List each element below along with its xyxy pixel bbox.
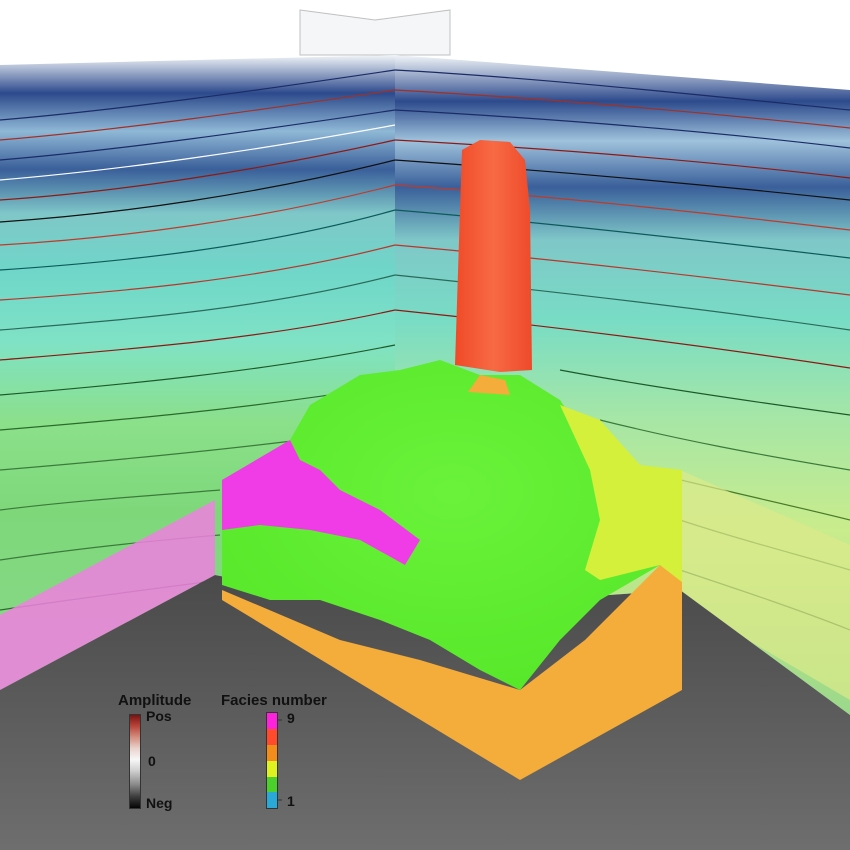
facies-legend-title: Facies number	[221, 692, 327, 709]
amplitude-pos-label: Pos	[146, 708, 172, 724]
gas-chimney	[455, 140, 532, 372]
amplitude-legend-title: Amplitude	[118, 692, 192, 709]
facies-color-8	[267, 729, 277, 745]
seismic-3d-view	[0, 0, 850, 850]
amplitude-zero-label: 0	[148, 753, 156, 769]
amplitude-neg-label: Neg	[146, 795, 173, 811]
facies-color-9	[267, 713, 277, 729]
facies-colorbar	[266, 712, 278, 809]
facies-min-label: 1	[287, 793, 295, 809]
facies-color-1	[267, 792, 277, 808]
facies-color-5	[267, 761, 277, 777]
amplitude-colorbar	[129, 714, 141, 809]
facies-color-7	[267, 745, 277, 761]
facies-color-3	[267, 777, 277, 792]
facies-max-label: 9	[287, 710, 295, 726]
